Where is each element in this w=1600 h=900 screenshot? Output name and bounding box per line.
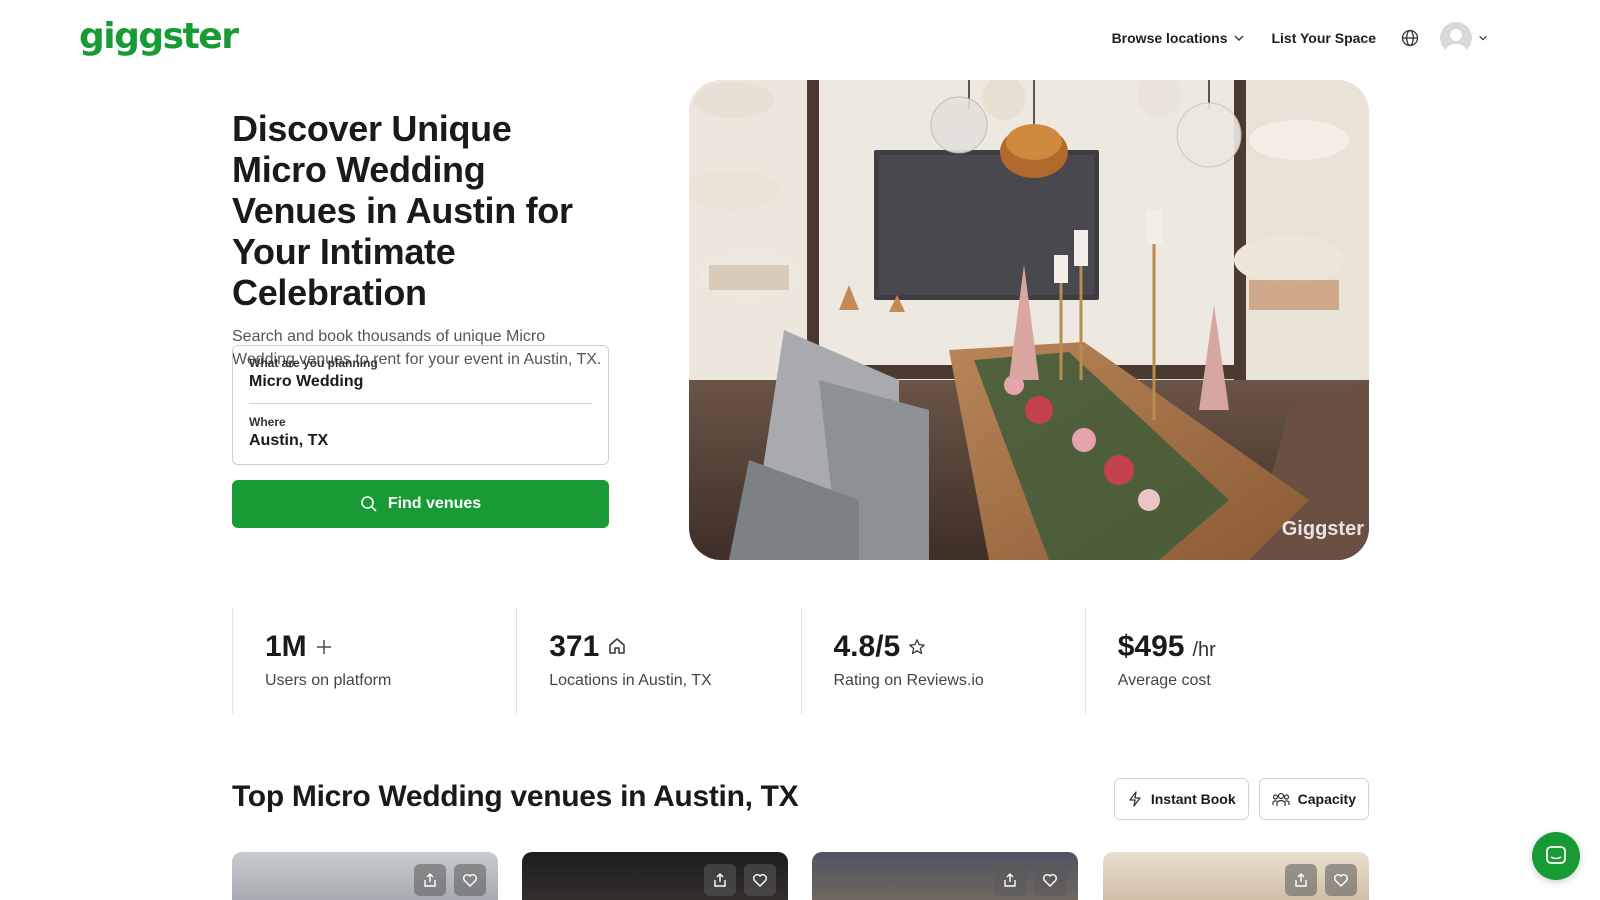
search-form: What are you planning Micro Wedding Wher… xyxy=(232,345,609,465)
stat-average-cost: $495 /hr Average cost xyxy=(1084,608,1369,714)
share-icon[interactable] xyxy=(414,864,446,896)
chevron-down-icon xyxy=(1479,35,1487,41)
stat-value: 371 xyxy=(549,630,600,663)
venue-card[interactable] xyxy=(522,852,788,900)
star-icon xyxy=(909,639,926,655)
share-icon[interactable] xyxy=(1285,864,1317,896)
hero-venue-image: Giggster xyxy=(689,80,1369,560)
user-menu[interactable] xyxy=(1440,22,1488,54)
page-title: Discover Unique Micro Wedding Venues in … xyxy=(232,108,573,313)
instant-book-label: Instant Book xyxy=(1150,791,1236,807)
find-venues-button[interactable]: Find venues xyxy=(232,480,609,528)
where-label: Where xyxy=(249,415,286,429)
chat-icon xyxy=(1546,846,1566,864)
stat-value: $495 xyxy=(1117,630,1185,663)
venue-card[interactable] xyxy=(232,852,498,900)
stat-users: 1M Users on platform xyxy=(232,608,516,714)
heart-icon[interactable] xyxy=(744,864,776,896)
avatar xyxy=(1440,22,1472,54)
search-icon xyxy=(361,496,377,512)
where-field[interactable]: Where Austin, TX xyxy=(249,415,592,463)
stat-rating: 4.8/5 Rating on Reviews.io xyxy=(800,608,1085,714)
list-your-space-link[interactable]: List Your Space xyxy=(1271,30,1376,46)
capacity-filter[interactable]: Capacity xyxy=(1258,778,1369,820)
globe-icon[interactable] xyxy=(1400,28,1420,48)
capacity-label: Capacity xyxy=(1297,791,1356,807)
share-icon[interactable] xyxy=(994,864,1026,896)
planning-label: What are you planning xyxy=(249,356,378,370)
heart-icon[interactable] xyxy=(454,864,486,896)
planning-value[interactable]: Micro Wedding xyxy=(249,373,592,391)
stat-value: 1M xyxy=(265,630,307,663)
home-icon xyxy=(609,638,626,654)
heart-icon[interactable] xyxy=(1034,864,1066,896)
stat-label: Rating on Reviews.io xyxy=(833,672,984,689)
heart-icon[interactable] xyxy=(1325,864,1357,896)
giggster-logo[interactable]: giggster xyxy=(79,16,239,57)
venue-card[interactable] xyxy=(1103,852,1369,900)
planning-field[interactable]: What are you planning Micro Wedding xyxy=(249,356,592,404)
section-title: Top Micro Wedding venues in Austin, TX xyxy=(232,780,799,813)
stat-label: Users on platform xyxy=(265,672,392,689)
stat-suffix: /hr xyxy=(1192,639,1216,661)
lightning-icon xyxy=(1129,791,1141,807)
nav-menu: Browse locations List Your Space xyxy=(1112,22,1488,54)
watermark-logo: Giggster xyxy=(1282,518,1364,540)
venue-card[interactable] xyxy=(812,852,1078,900)
chevron-down-icon xyxy=(1234,35,1244,41)
stat-locations: 371 Locations in Austin, TX xyxy=(516,608,800,714)
stat-label: Locations in Austin, TX xyxy=(549,672,712,689)
share-icon[interactable] xyxy=(704,864,736,896)
top-navbar: giggster Browse locations List Your Spac… xyxy=(0,0,1600,80)
filter-bar: Instant Book Capacity xyxy=(1113,778,1369,820)
stat-label: Average cost xyxy=(1117,672,1211,689)
chat-launcher-button[interactable] xyxy=(1532,832,1580,880)
stat-value: 4.8/5 xyxy=(833,630,901,663)
instant-book-filter[interactable]: Instant Book xyxy=(1113,778,1249,820)
plus-icon xyxy=(316,640,331,654)
hero-text: Discover Unique Micro Wedding Venues in … xyxy=(232,108,612,371)
people-icon xyxy=(1272,792,1290,806)
browse-locations-menu[interactable]: Browse locations xyxy=(1112,30,1246,46)
browse-locations-label: Browse locations xyxy=(1111,30,1228,46)
where-value[interactable]: Austin, TX xyxy=(249,432,592,450)
stats-bar: 1M Users on platform 371 Locations in Au… xyxy=(232,608,1369,714)
find-venues-label: Find venues xyxy=(387,495,482,512)
